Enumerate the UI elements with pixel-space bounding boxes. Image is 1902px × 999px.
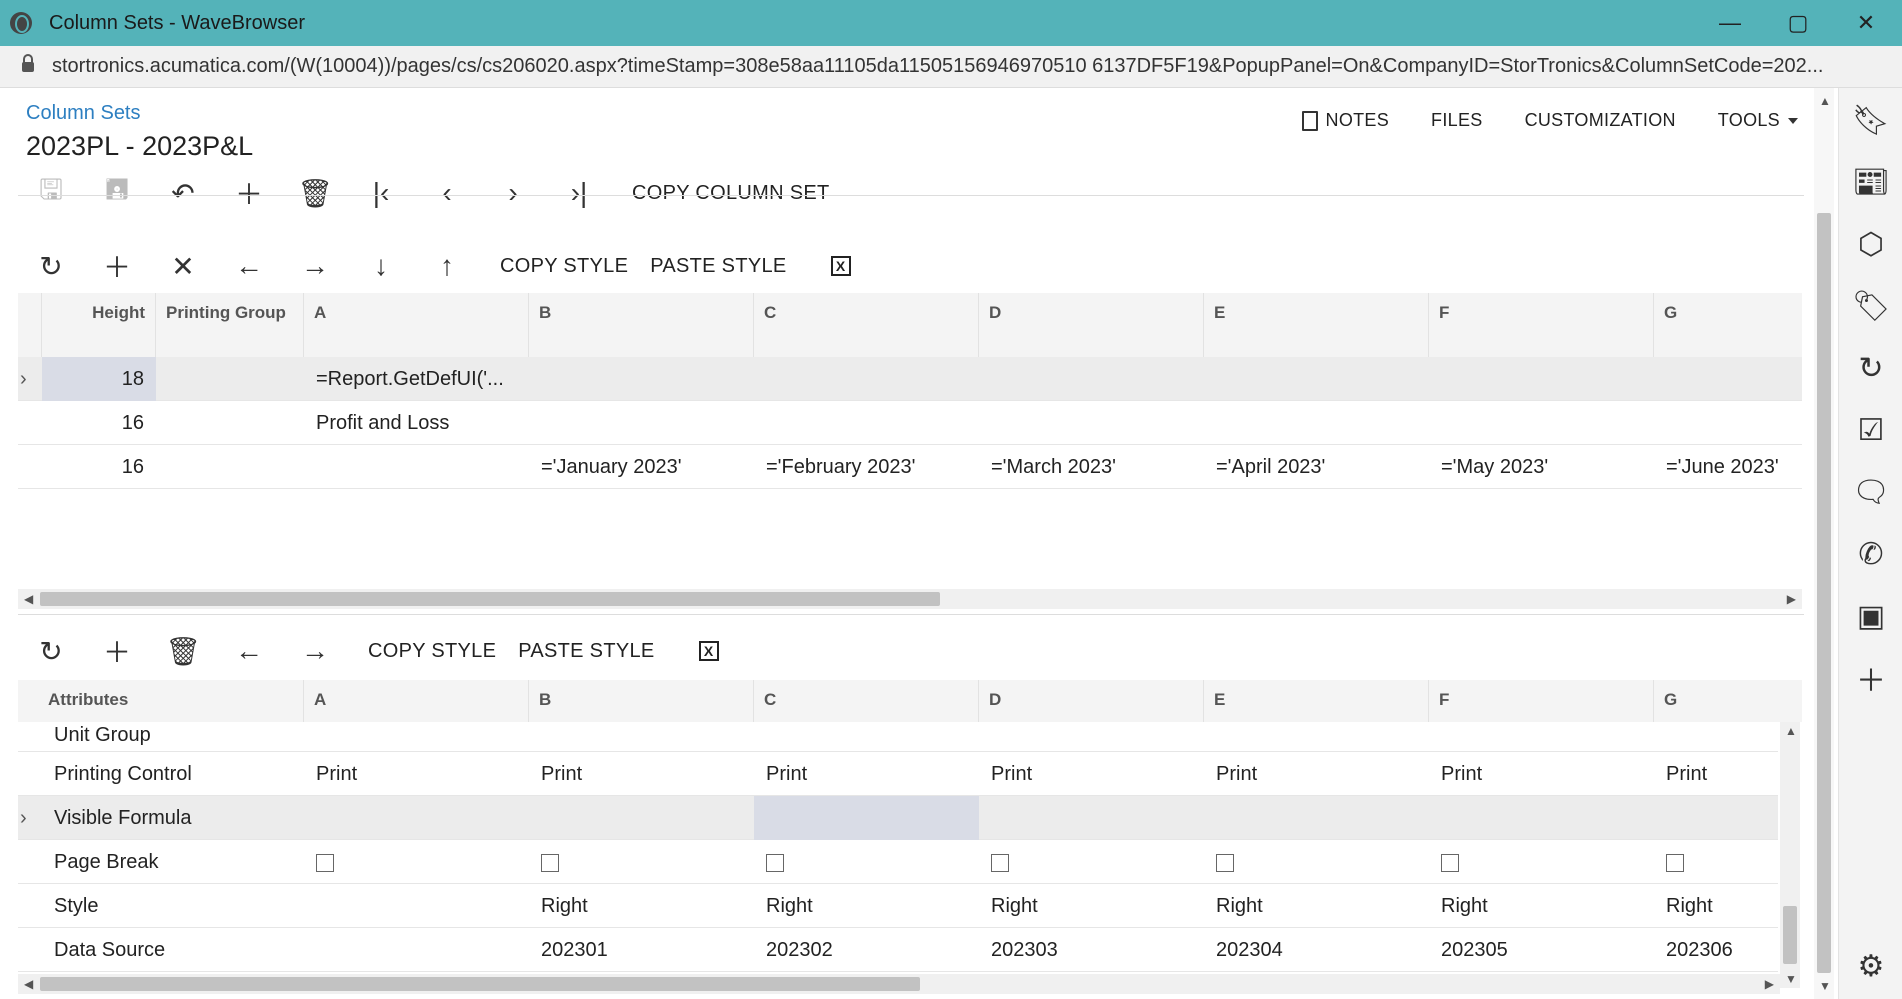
browser-globe-icon bbox=[10, 12, 32, 34]
page-break-checkbox-d[interactable] bbox=[991, 853, 1009, 872]
col-header-attributes[interactable]: Attributes bbox=[18, 680, 304, 722]
col-header-e[interactable]: E bbox=[1204, 680, 1429, 722]
top-grid-header: Height Printing Group A B C D E F G bbox=[18, 293, 1802, 357]
notes-link[interactable]: NOTES bbox=[1301, 110, 1390, 131]
tools-menu[interactable]: TOOLS bbox=[1718, 110, 1798, 131]
box-icon[interactable]: ⬡ bbox=[1851, 224, 1891, 264]
col-header-g[interactable]: G bbox=[1654, 293, 1802, 357]
arrow-down-icon[interactable]: ↓ bbox=[348, 244, 414, 288]
document-icon bbox=[1301, 110, 1318, 131]
caret-down-icon bbox=[1788, 117, 1798, 124]
table-row[interactable]: 16 Profit and Loss bbox=[18, 401, 1802, 445]
arrow-right-icon[interactable]: → bbox=[282, 244, 348, 288]
col-header-d[interactable]: D bbox=[979, 680, 1204, 722]
gear-icon[interactable]: ⚙ bbox=[1851, 946, 1891, 986]
page-break-checkbox-f[interactable] bbox=[1441, 853, 1459, 872]
sync-icon[interactable]: ↻ bbox=[1851, 348, 1891, 388]
col-header-c[interactable]: C bbox=[754, 680, 979, 722]
table-row[interactable]: Printing Control Print Print Print Print… bbox=[18, 752, 1778, 796]
table-row[interactable]: › 18 =Report.GetDefUI('... bbox=[18, 357, 1802, 401]
window-title: Column Sets - WaveBrowser bbox=[49, 11, 305, 34]
add-row-icon[interactable]: ＋ bbox=[84, 244, 150, 288]
copy-style-button[interactable]: COPY STYLE bbox=[500, 255, 628, 278]
col-header-d[interactable]: D bbox=[979, 293, 1204, 357]
copy-style-button[interactable]: COPY STYLE bbox=[368, 640, 496, 663]
customization-link[interactable]: CUSTOMIZATION bbox=[1525, 110, 1676, 131]
bottom-grid: Attributes A B C D E F G Unit Group Prin… bbox=[18, 680, 1802, 988]
page-break-checkbox-c[interactable] bbox=[766, 853, 784, 872]
maximize-button[interactable]: ▢ bbox=[1764, 0, 1832, 46]
bottom-grid-vertical-scrollbar[interactable]: ▲ ▼ bbox=[1780, 722, 1800, 988]
files-link[interactable]: FILES bbox=[1431, 110, 1483, 131]
col-header-f[interactable]: F bbox=[1429, 293, 1654, 357]
close-button[interactable]: ✕ bbox=[1832, 0, 1900, 46]
bottom-grid-toolbar: ↻ ＋ 🗑 ← → COPY STYLE PASTE STYLE X bbox=[18, 626, 719, 676]
top-grid-horizontal-scrollbar[interactable]: ◀ ▶ bbox=[18, 589, 1802, 609]
page-vertical-scrollbar[interactable]: ▲ ▼ bbox=[1814, 88, 1834, 999]
col-header-f[interactable]: F bbox=[1429, 680, 1654, 722]
plus-icon[interactable]: ＋ bbox=[1851, 658, 1891, 698]
paste-style-button[interactable]: PASTE STYLE bbox=[650, 255, 786, 278]
page: Column Sets 2023PL - 2023P&L NOTES FILES… bbox=[0, 88, 1812, 999]
checklist-icon[interactable]: ☑ bbox=[1851, 410, 1891, 450]
table-row[interactable]: › Visible Formula bbox=[18, 796, 1778, 840]
arrow-left-icon[interactable]: ← bbox=[216, 629, 282, 673]
bottom-grid-horizontal-scrollbar[interactable]: ◀ ▶ bbox=[18, 974, 1780, 994]
breadcrumb[interactable]: Column Sets bbox=[26, 102, 141, 125]
page-break-checkbox-e[interactable] bbox=[1216, 853, 1234, 872]
news-icon[interactable]: 📰︎ bbox=[1851, 162, 1891, 202]
col-header-height[interactable]: Height bbox=[42, 293, 156, 357]
excel-export-icon[interactable]: X bbox=[830, 256, 851, 276]
table-row[interactable]: Data Source 202301 202302 202303 202304 … bbox=[18, 928, 1778, 972]
bookmark-icon[interactable]: 🔖︎ bbox=[1851, 100, 1891, 140]
selected-cell[interactable] bbox=[754, 796, 979, 840]
arrow-right-icon[interactable]: → bbox=[282, 629, 348, 673]
col-header-printing-group[interactable]: Printing Group bbox=[156, 293, 304, 357]
title-bar: Column Sets - WaveBrowser — ▢ ✕ bbox=[0, 0, 1902, 46]
address-bar[interactable]: stortronics.acumatica.com/(W(10004))/pag… bbox=[0, 46, 1902, 88]
tag-icon[interactable]: 🏷︎ bbox=[1851, 286, 1891, 326]
col-header-a[interactable]: A bbox=[304, 680, 529, 722]
arrow-left-icon[interactable]: ← bbox=[216, 244, 282, 288]
delete-icon[interactable]: 🗑 bbox=[150, 629, 216, 673]
page-break-checkbox-a[interactable] bbox=[316, 853, 334, 872]
excel-export-icon[interactable]: X bbox=[698, 641, 719, 661]
page-title: 2023PL - 2023P&L bbox=[26, 131, 254, 161]
browser-sidebar: 🔖︎ 📰︎ ⬡ 🏷︎ ↻ ☑ 🗨︎ ✆ ▣ ＋ ⚙ bbox=[1838, 88, 1902, 999]
refresh-icon[interactable]: ↻ bbox=[18, 244, 84, 288]
top-grid: Height Printing Group A B C D E F G › 18… bbox=[18, 293, 1802, 497]
top-grid-toolbar: ↻ ＋ ✕ ← → ↓ ↑ COPY STYLE PASTE STYLE X bbox=[18, 241, 851, 291]
table-row[interactable]: 16 ='January 2023' ='February 2023' ='Ma… bbox=[18, 445, 1802, 489]
arrow-up-icon[interactable]: ↑ bbox=[414, 244, 480, 288]
col-header-b[interactable]: B bbox=[529, 293, 754, 357]
page-break-checkbox-g[interactable] bbox=[1666, 853, 1684, 872]
refresh-icon[interactable]: ↻ bbox=[18, 629, 84, 673]
paste-style-button[interactable]: PASTE STYLE bbox=[518, 640, 654, 663]
chevron-right-icon: › bbox=[20, 368, 27, 390]
url-text[interactable]: stortronics.acumatica.com/(W(10004))/pag… bbox=[52, 55, 1902, 78]
col-header-g[interactable]: G bbox=[1654, 680, 1802, 722]
lock-icon bbox=[22, 53, 34, 74]
col-header-a[interactable]: A bbox=[304, 293, 529, 357]
minimize-button[interactable]: — bbox=[1696, 0, 1764, 46]
col-header-c[interactable]: C bbox=[754, 293, 979, 357]
remove-icon[interactable]: ✕ bbox=[150, 244, 216, 288]
chevron-right-icon: › bbox=[20, 807, 27, 829]
bottom-grid-header: Attributes A B C D E F G bbox=[18, 680, 1802, 722]
col-header-e[interactable]: E bbox=[1204, 293, 1429, 357]
instagram-icon[interactable]: ▣ bbox=[1851, 596, 1891, 636]
col-header-b[interactable]: B bbox=[529, 680, 754, 722]
table-row[interactable]: Page Break bbox=[18, 840, 1778, 884]
whatsapp-icon[interactable]: ✆ bbox=[1851, 534, 1891, 574]
table-row[interactable]: Unit Group bbox=[18, 722, 1778, 752]
messenger-icon[interactable]: 🗨︎ bbox=[1851, 472, 1891, 512]
table-row[interactable]: Style Right Right Right Right Right Righ… bbox=[18, 884, 1778, 928]
add-row-icon[interactable]: ＋ bbox=[84, 629, 150, 673]
top-links: NOTES FILES CUSTOMIZATION TOOLS bbox=[1301, 110, 1812, 131]
page-break-checkbox-b[interactable] bbox=[541, 853, 559, 872]
